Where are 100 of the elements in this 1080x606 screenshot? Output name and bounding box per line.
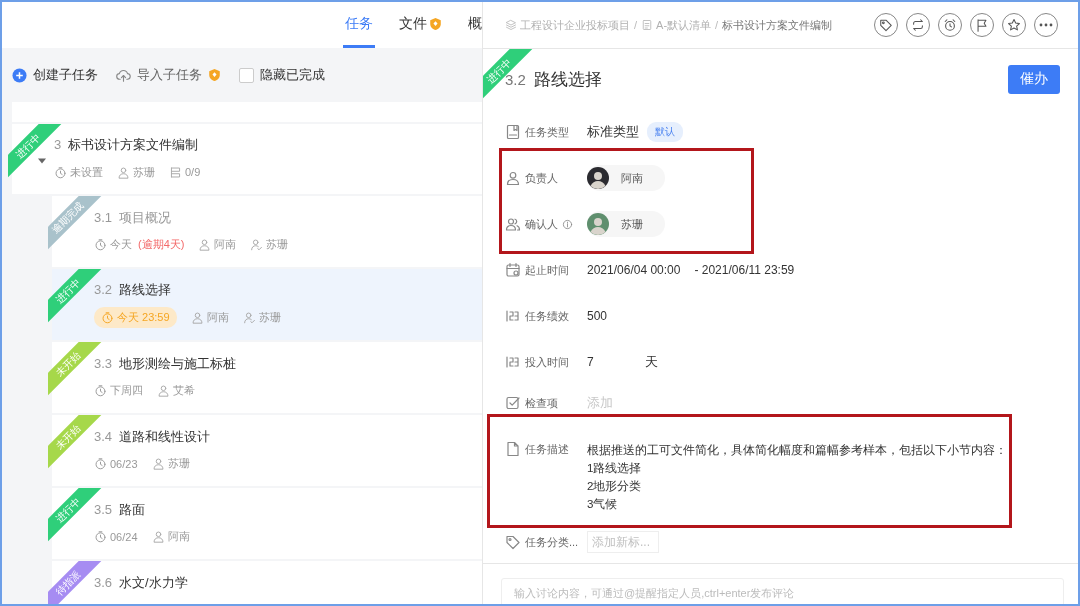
tag-input-field[interactable]: 添加新标... <box>587 531 659 553</box>
import-subtask-button[interactable]: 导入子任务 <box>116 66 221 84</box>
tag-button[interactable] <box>874 13 898 37</box>
field-label: 负责人 <box>525 170 558 186</box>
person-icon <box>157 384 170 397</box>
info-icon <box>562 218 573 230</box>
field-label: 确认人 <box>525 216 558 232</box>
task-title[interactable]: 路线选择 <box>533 67 602 91</box>
clock-icon <box>94 530 107 543</box>
assignee-name: 苏珊 <box>167 456 190 471</box>
premium-badge-icon <box>429 16 442 31</box>
person-icon <box>198 238 212 251</box>
urge-button[interactable]: 催办 <box>1008 64 1060 94</box>
field-label: 任务类型 <box>525 124 569 140</box>
alarm-clock-button[interactable] <box>938 13 962 37</box>
clock-icon <box>54 165 67 179</box>
overdue-note: (逾期4天) <box>138 237 185 252</box>
due-date-chip: 今天 23:59 <box>94 307 177 328</box>
duration-value[interactable]: 7 <box>587 355 637 369</box>
person-icon <box>151 457 165 470</box>
task-title: 路线选择 <box>119 281 172 299</box>
flag-button[interactable] <box>970 13 994 37</box>
star-button[interactable] <box>1002 13 1026 37</box>
alarm-clock-icon <box>943 18 957 32</box>
unit-label: 天 <box>645 353 658 371</box>
person-icon <box>190 311 204 324</box>
tag-icon <box>505 534 521 550</box>
subtask-count: 0/9 <box>185 166 201 178</box>
add-icon <box>12 67 27 83</box>
type-value: 标准类型 <box>587 123 639 141</box>
task-title: 地形测绘与施工标桩 <box>119 354 237 373</box>
assignee-name: 苏珊 <box>133 164 155 180</box>
premium-badge-icon <box>208 68 221 82</box>
description-text[interactable]: 根据推送的工可文件简化，具体简化幅度和篇幅参考样本，包括以下小节内容： 1路线选择 2地形分类 3气候 <box>587 441 1007 513</box>
confirmer-name: 苏珊 <box>258 310 281 325</box>
confirmer-chip[interactable]: 苏珊 <box>587 211 665 237</box>
more-button[interactable] <box>1034 13 1058 37</box>
due-date: 06/24 <box>110 530 138 543</box>
due-date: 下周四 <box>110 383 143 398</box>
tab[interactable]: 文件 <box>397 2 444 48</box>
person-icon <box>505 170 521 186</box>
assignee-name: 阿南 <box>167 529 190 544</box>
star-icon <box>1007 18 1021 32</box>
due-date: 06/23 <box>110 457 138 470</box>
number-icon <box>505 354 521 370</box>
confirmer-name: 苏珊 <box>266 237 289 252</box>
confirmer-icon <box>242 311 256 324</box>
upload-icon <box>116 67 131 83</box>
tab[interactable]: 任务 <box>343 2 375 48</box>
repeat-icon <box>911 18 925 32</box>
due-date: 未设置 <box>70 164 103 180</box>
checkbox[interactable] <box>239 67 254 83</box>
start-time[interactable]: 2021/06/04 00:00 <box>587 263 681 277</box>
field-label: 投入时间 <box>525 354 569 370</box>
avatar-icon <box>587 213 609 235</box>
breadcrumb-separator: / <box>634 19 638 31</box>
assignee-chip[interactable]: 阿南 <box>587 165 665 191</box>
repeat-button[interactable] <box>906 13 930 37</box>
more-icon <box>1039 23 1053 27</box>
end-time[interactable]: - 2021/06/11 23:59 <box>694 263 795 277</box>
assignee-name: 阿南 <box>206 310 229 325</box>
number-icon <box>505 308 521 324</box>
breadcrumb-link[interactable]: 标书设计方案文件编制 <box>722 17 833 33</box>
assignee-name: 艾希 <box>173 383 195 398</box>
person-icon <box>151 530 165 543</box>
clock-icon <box>94 457 107 470</box>
checkbox-label[interactable]: 隐藏已完成 <box>260 66 325 84</box>
task-number: 3 <box>54 137 62 152</box>
tag-icon <box>879 18 893 32</box>
field-label: 任务绩效 <box>525 308 569 324</box>
default-tag: 默认 <box>647 122 683 142</box>
people-icon <box>505 216 521 232</box>
clock-icon <box>101 311 114 324</box>
field-label: 检查项 <box>525 395 558 411</box>
subtask-icon <box>169 165 182 179</box>
due-date: 今天 <box>110 237 132 252</box>
task-title: 标书设计方案文件编制 <box>68 136 199 154</box>
clock-icon <box>94 384 107 397</box>
clock-icon <box>94 238 107 251</box>
field-label: 任务分类... <box>525 534 579 550</box>
create-subtask-button[interactable]: 创建子任务 <box>12 66 98 84</box>
assignee-name: 阿南 <box>214 237 237 252</box>
checklist-icon <box>505 395 521 411</box>
breadcrumb-separator: / <box>715 19 719 31</box>
caret-icon[interactable] <box>37 157 47 165</box>
task-title: 路面 <box>119 500 146 519</box>
list-icon <box>641 19 654 31</box>
task-title: 道路和线性设计 <box>119 427 211 446</box>
field-label: 起止时间 <box>525 262 569 278</box>
flag-icon <box>975 18 989 32</box>
confirmer-icon <box>250 238 264 251</box>
task-number: 3.2 <box>505 70 526 88</box>
calendar-icon <box>505 262 521 278</box>
layers-icon <box>505 19 517 31</box>
performance-value[interactable]: 500 <box>587 309 608 323</box>
tab[interactable]: 概 <box>466 2 482 48</box>
task-type-icon <box>505 124 521 140</box>
field-label: 任务描述 <box>525 441 569 457</box>
document-icon <box>505 441 521 457</box>
person-icon <box>117 165 130 179</box>
